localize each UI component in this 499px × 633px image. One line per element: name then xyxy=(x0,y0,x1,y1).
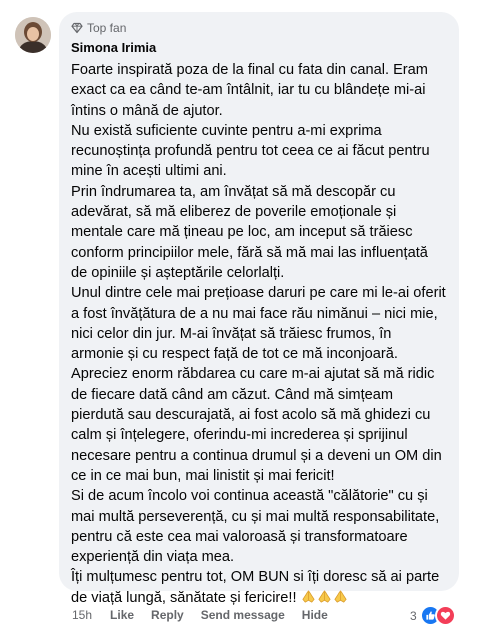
comment-paragraph: Unul dintre cele mai prețioase daruri pe… xyxy=(71,285,446,363)
comment-bubble: Top fan Simona Irimia Foarte inspirată p… xyxy=(59,12,459,606)
avatar-photo xyxy=(15,17,51,53)
comment-paragraph: Foarte inspirată poza de la final cu fat… xyxy=(71,62,428,119)
comment-text: Foarte inspirată poza de la final cu fat… xyxy=(71,60,447,608)
comment-paragraph: Îți mulțumesc pentru tot, OM BUN si îți … xyxy=(71,569,440,606)
comment-actions: 15h Like Reply Send message Hide xyxy=(72,608,345,622)
comment-paragraph: Prin îndrumarea ta, am învățat să mă des… xyxy=(71,183,428,281)
hide-button[interactable]: Hide xyxy=(302,608,328,622)
reply-button[interactable]: Reply xyxy=(151,608,184,622)
folded-hands-icon xyxy=(301,589,316,604)
top-fan-badge: Top fan xyxy=(71,20,447,36)
diamond-icon xyxy=(71,22,83,34)
emoji-group xyxy=(301,589,348,604)
comment-paragraph: Nu există suficiente cuvinte pentru a-mi… xyxy=(71,122,430,180)
comment-paragraph-last: Îți mulțumesc pentru tot, OM BUN si îți … xyxy=(71,567,447,608)
reactions-summary[interactable]: 3 xyxy=(410,605,456,626)
comment-paragraph: Apreciez enorm răbdarea cu care m-ai aju… xyxy=(71,366,442,484)
reaction-count: 3 xyxy=(410,608,417,623)
send-message-button[interactable]: Send message xyxy=(201,608,285,622)
love-reaction-icon xyxy=(434,605,456,626)
like-button[interactable]: Like xyxy=(110,608,134,622)
comment-author[interactable]: Simona Irimia xyxy=(71,39,447,56)
badge-label: Top fan xyxy=(87,21,127,35)
timestamp[interactable]: 15h xyxy=(72,608,92,622)
comment-paragraph: Si de acum încolo voi continua această "… xyxy=(71,488,440,566)
avatar[interactable] xyxy=(15,17,51,53)
folded-hands-icon xyxy=(333,589,348,604)
folded-hands-icon xyxy=(317,589,332,604)
